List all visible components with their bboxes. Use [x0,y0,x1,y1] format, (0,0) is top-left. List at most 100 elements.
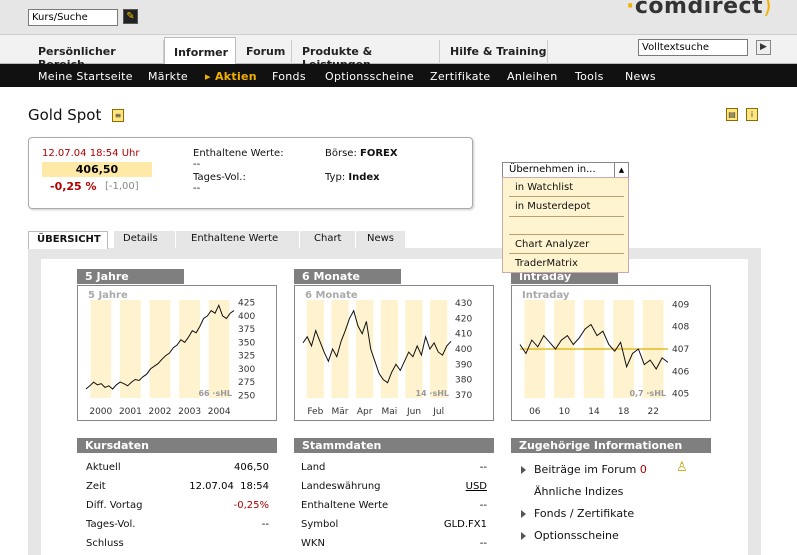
tab-enthaltene-werte[interactable]: Enthaltene Werte [176,231,300,248]
info-header: Zugehörige Informationen [511,438,711,453]
x-tick-label: Apr [357,407,373,417]
nav-persoenlicher-bereich[interactable]: Persönlicher Bereich [28,40,164,71]
quote-change-abs: [-1,00] [105,181,139,192]
chart-subtitle: Intraday [522,290,570,301]
chart-band [149,300,171,398]
x-tick-label: 18 [618,407,630,417]
y-tick-label: 407 [672,345,689,355]
comdirect-logo[interactable]: ·comdirect) [626,0,772,19]
menu-item-chart-analyzer[interactable]: Chart Analyzer [515,239,589,250]
chart-caption-6m: 6 Monate [294,269,401,284]
stamm-label-waehrung: Landeswährung [301,481,381,492]
fulltext-go-button[interactable]: ▶ [756,40,771,55]
chart-watermark: 66 ·sHL [198,389,232,398]
enthaltene-label: Enthaltene Werte: [193,148,284,159]
nav2-anleihen[interactable]: Anleihen [507,70,558,83]
menu-separator [509,234,624,235]
x-tick-label: 2004 [208,407,231,417]
kurs-value-aktuell: 406,50 [234,462,269,473]
quote-time: 12.07.04 18:54 Uhr [42,148,140,159]
kurs-label-schluss: Schluss [86,538,124,549]
x-tick-label: 2003 [178,407,201,417]
nav2-meine-startseite[interactable]: Meine Startseite [38,70,133,83]
nav-hilfe-training[interactable]: Hilfe & Training [440,40,548,65]
person-icon[interactable]: ♙ [676,460,688,475]
kurs-value-tagesvol: -- [261,519,269,530]
chart-caption-5y: 5 Jahre [77,269,184,284]
y-tick-label: 406 [672,367,689,377]
stamm-label-land: Land [301,462,326,473]
link-aehnliche-indizes: Ähnliche Indizes [534,485,624,498]
menu-separator [509,253,624,254]
nav-informer[interactable]: Informer [164,37,236,65]
x-tick-label: 14 [588,407,600,417]
kurs-label-tagesvol: Tages-Vol. [86,519,136,530]
x-tick-label: Mär [332,407,349,417]
kurs-value-diff: -0,25% [233,500,269,511]
stamm-value-symbol: GLD.FX1 [443,519,487,530]
chart-5y[interactable]: 5 Jahre 250 275 300 325 350 375 400 425 2000 2001 2… [77,285,277,421]
link-forum[interactable]: Beiträge im Forum 0 [521,463,647,476]
nav2-maerkte[interactable]: Märkte [148,70,188,83]
boerse-field: Börse: FOREX [325,148,398,159]
stamm-value-waehrung[interactable]: USD [420,481,487,492]
fulltext-search-input[interactable] [638,39,748,56]
link-optionsscheine[interactable]: Optionsscheine [521,529,619,542]
enthaltene-value: -- [193,159,201,170]
x-tick-label: 06 [529,407,541,417]
chart-watermark: 14 ·sHL [415,389,449,398]
stamm-label-symbol: Symbol [301,519,339,530]
tab-news[interactable]: News [356,231,406,248]
uebernehmen-select[interactable]: Übernehmen in... ▲ [502,162,629,178]
nav2-news[interactable]: News [625,70,656,83]
stamm-label-enthaltene: Enthaltene Werte [301,500,389,511]
stammdaten-header: Stammdaten [294,438,494,453]
chart-band [179,300,200,398]
x-tick-label: Jul [432,407,444,417]
print-icon[interactable]: ▤ [726,108,738,121]
chart-intraday[interactable]: Intraday 405 406 407 408 409 06 10 14 18 22 0,7 ·sH… [511,285,711,421]
nav-forum[interactable]: Forum [236,40,292,65]
bullet-icon [521,466,526,474]
y-tick-label: 370 [455,391,472,401]
note-icon[interactable]: ≡ [112,109,124,122]
search-go-button[interactable]: ✎ [123,9,138,24]
x-tick-label: Feb [307,407,323,417]
y-tick-label: 375 [238,325,255,335]
info-icon[interactable]: i [746,108,758,121]
tab-uebersicht[interactable]: ÜBERSICHT [28,231,108,249]
nav2-tools[interactable]: Tools [575,70,604,83]
menu-item-tradermatrix[interactable]: TraderMatrix [515,258,578,269]
chart-band [430,300,448,398]
y-tick-label: 420 [455,314,472,324]
y-tick-label: 350 [238,338,255,348]
nav2-optionsscheine[interactable]: Optionsscheine [325,70,414,83]
nav2-fonds[interactable]: Fonds [272,70,306,83]
chevron-down-icon: ▲ [614,163,628,177]
menu-separator [509,216,624,217]
menu-separator [509,196,624,197]
nav2-aktien[interactable]: ▸ Aktien [205,70,257,83]
chart-band [380,300,398,398]
link-fonds-zertifikate[interactable]: Fonds / Zertifikate [521,507,634,520]
chart-band [208,300,230,398]
nav-produkte-leistungen[interactable]: Produkte & Leistungen [292,40,440,71]
y-tick-label: 409 [672,300,689,310]
tab-chart[interactable]: Chart [300,231,356,248]
y-tick-label: 430 [455,299,472,309]
chart-6m[interactable]: 6 Monate 370 380 390 400 410 420 430 Feb Mär Apr Ma… [294,285,494,421]
kurs-label-aktuell: Aktuell [86,462,121,473]
menu-item-watchlist[interactable]: in Watchlist [515,182,573,193]
x-tick-label: Mai [381,407,397,417]
y-tick-label: 400 [455,345,472,355]
y-tick-label: 275 [238,378,255,388]
menu-item-musterdepot[interactable]: in Musterdepot [515,201,590,212]
y-tick-label: 250 [238,391,255,401]
quote-summary-box: 12.07.04 18:54 Uhr 406,50 -0,25 % [-1,00… [28,137,473,209]
y-tick-label: 400 [238,312,255,322]
nav2-zertifikate[interactable]: Zertifikate [430,70,490,83]
y-tick-label: 408 [672,323,689,333]
quote-search-input[interactable] [28,9,118,26]
tab-details[interactable]: Details [114,231,176,248]
x-tick-label: Jun [406,407,421,417]
